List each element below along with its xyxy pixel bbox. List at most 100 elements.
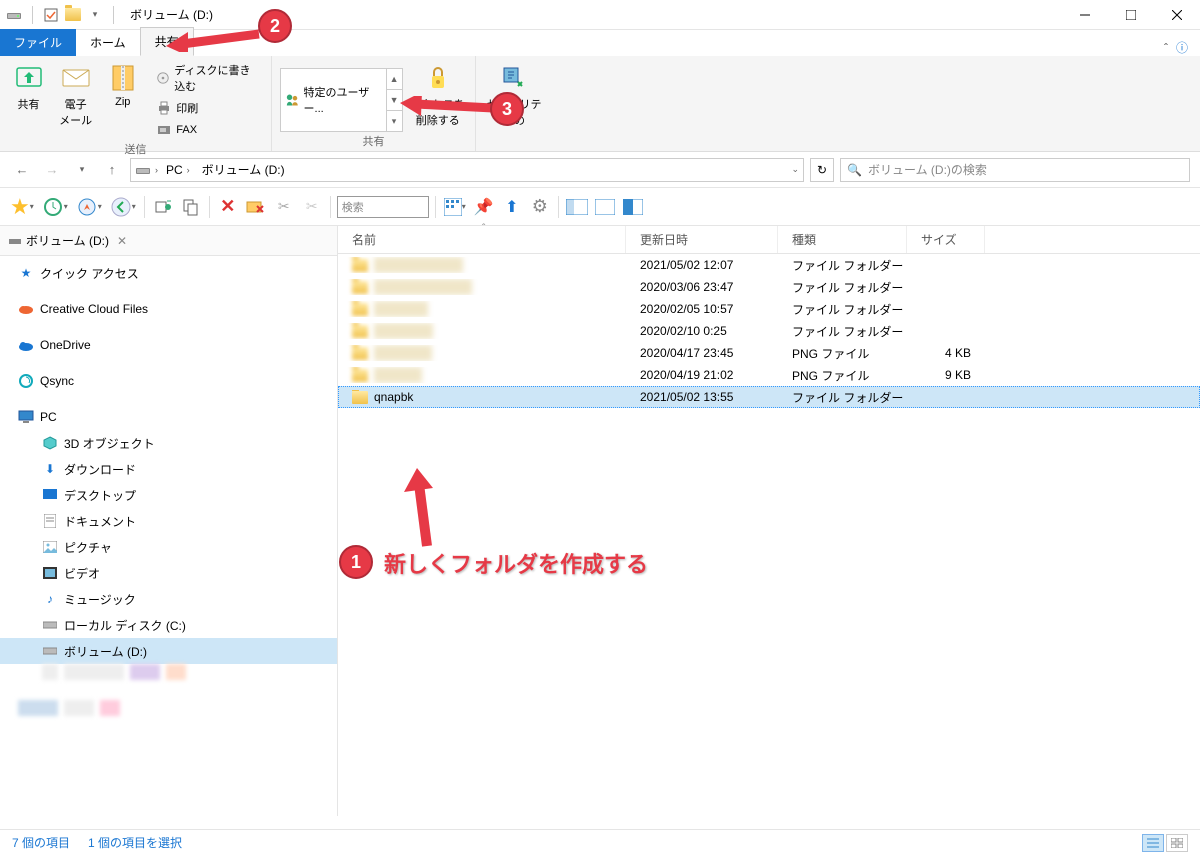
sidebar-tab[interactable]: ボリューム (D:) ✕ [0,226,337,256]
file-row[interactable]: 2020/02/05 10:57ファイル フォルダー [338,298,1200,320]
drive-icon [6,7,22,23]
col-type[interactable]: 種類 [778,226,907,253]
file-modified: 2020/04/19 21:02 [626,368,778,382]
tree-creative-cloud[interactable]: Creative Cloud Files [0,296,337,322]
up-arrow-icon[interactable]: ⬆ [500,195,524,219]
window-title: ボリューム (D:) [130,6,213,23]
compass-icon[interactable]: ▾ [74,195,104,219]
file-list[interactable]: 2021/05/02 12:07ファイル フォルダー2020/03/06 23:… [338,254,1200,816]
recent-dropdown[interactable]: ▾ [70,158,94,182]
drive-breadcrumb-icon [135,162,151,178]
burn-disc-button[interactable]: ディスクに書き込む [153,60,263,96]
tree-documents[interactable]: ドキュメント [0,508,337,534]
inline-search[interactable]: 検索 [337,196,429,218]
maximize-button[interactable] [1108,0,1154,30]
tree-quick-access[interactable]: ★クイック アクセス [0,260,337,286]
tree-pictures[interactable]: ピクチャ [0,534,337,560]
cut-icon[interactable]: ✂ [272,195,296,219]
file-row[interactable]: 2021/05/02 12:07ファイル フォルダー [338,254,1200,276]
tab-file[interactable]: ファイル [0,29,76,56]
qat-dropdown-icon[interactable]: ▾ [87,7,103,23]
delete-folder-icon[interactable] [244,195,268,219]
tree-3d-objects[interactable]: 3D オブジェクト [0,430,337,456]
tree-videos[interactable]: ビデオ [0,560,337,586]
cut-disabled-icon[interactable]: ✂ [300,195,324,219]
file-type: ファイル フォルダー [778,279,907,296]
share-group-label: 共有 [280,132,467,149]
tree-qsync[interactable]: Qsync [0,368,337,394]
close-tab-icon[interactable]: ✕ [117,234,127,248]
sidebar-tab-label: ボリューム (D:) [26,232,109,249]
search-box[interactable]: 🔍 ボリューム (D:)の検索 [840,158,1190,182]
share-button[interactable]: 共有 [8,60,49,114]
collapse-ribbon-icon[interactable]: ˆ [1164,41,1168,55]
main-area: ボリューム (D:) ✕ ★クイック アクセス Creative Cloud F… [0,226,1200,816]
file-modified: 2021/05/02 13:55 [626,390,778,404]
details-view-button[interactable] [1142,834,1164,852]
icons-view-button[interactable] [1166,834,1188,852]
favorite-star-icon[interactable]: ★▾ [8,195,36,219]
tab-home[interactable]: ホーム [76,29,140,56]
tree-c-drive[interactable]: ローカル ディスク (C:) [0,612,337,638]
folder-small-icon [65,7,81,23]
nav-back-icon[interactable]: ▾ [108,195,138,219]
file-list-area: 名前 更新日時 種類 サイズ ˆ 2021/05/02 12:07ファイル フォ… [338,226,1200,816]
fax-button[interactable]: FAX [153,120,263,140]
window-split-icon[interactable] [565,195,589,219]
tree-downloads[interactable]: ⬇ダウンロード [0,456,337,482]
file-row[interactable]: 2020/04/19 21:02PNG ファイル9 KB [338,364,1200,386]
file-row[interactable]: 2020/04/17 23:45PNG ファイル4 KB [338,342,1200,364]
extra-toolbar: ★▾ ▾ ▾ ▾ ✕ ✂ ✂ 検索 ▾ 📌 ⬆ ⚙ [0,188,1200,226]
tree-music[interactable]: ♪ミュージック [0,586,337,612]
close-button[interactable] [1154,0,1200,30]
back-button[interactable]: ← [10,158,34,182]
window-half-icon[interactable] [621,195,645,219]
send-group-label: 送信 [8,140,263,157]
file-size: 9 KB [907,368,985,382]
checkbox-icon[interactable] [43,7,59,23]
file-row[interactable]: 2020/02/10 0:25ファイル フォルダー [338,320,1200,342]
copy-icon[interactable] [179,195,203,219]
delete-x-icon[interactable]: ✕ [216,195,240,219]
help-icon[interactable]: ⓘ [1176,39,1188,56]
breadcrumb-volume[interactable]: ボリューム (D:) [198,161,289,178]
tree-pc[interactable]: PC [0,404,337,430]
print-label: 印刷 [176,100,198,116]
annotation-badge-3: 3 [490,92,524,126]
file-row[interactable]: qnapbk2021/05/02 13:55ファイル フォルダー [338,386,1200,408]
sort-indicator-icon: ˆ [482,223,485,234]
zip-button[interactable]: Zip [102,60,143,110]
file-modified: 2020/03/06 23:47 [626,280,778,294]
specific-user-item[interactable]: 特定のユーザー... [281,72,386,128]
annotation-arrow-2 [164,22,264,52]
pin-icon[interactable]: 📌 [472,195,496,219]
tree-onedrive[interactable]: OneDrive [0,332,337,358]
blurred-tree-item [0,664,337,686]
history-icon[interactable]: ▾ [40,195,70,219]
copy-path-icon[interactable] [151,195,175,219]
address-bar[interactable]: › PC› ボリューム (D:) ⌄ [130,158,804,182]
email-button[interactable]: 電子 メール [55,60,96,130]
window-single-icon[interactable] [593,195,617,219]
gallery-up-icon[interactable]: ▲ [387,69,402,90]
print-button[interactable]: 印刷 [153,98,263,118]
addr-dropdown[interactable]: ⌄ [791,164,799,175]
forward-button[interactable]: → [40,158,64,182]
col-modified[interactable]: 更新日時 [626,226,778,253]
file-name: qnapbk [374,390,413,404]
refresh-button[interactable]: ↻ [810,158,834,182]
view-options-icon[interactable]: ▾ [442,195,468,219]
file-modified: 2021/05/02 12:07 [626,258,778,272]
nav-tree: ★クイック アクセス Creative Cloud Files OneDrive… [0,256,337,816]
tree-desktop[interactable]: デスクトップ [0,482,337,508]
file-type: PNG ファイル [778,367,907,384]
gear-icon[interactable]: ⚙ [528,195,552,219]
breadcrumb-pc[interactable]: PC› [162,163,194,177]
minimize-button[interactable] [1062,0,1108,30]
file-row[interactable]: 2020/03/06 23:47ファイル フォルダー [338,276,1200,298]
up-button[interactable]: ↑ [100,158,124,182]
tree-d-drive[interactable]: ボリューム (D:) [0,638,337,664]
annotation-text-1: 新しくフォルダを作成する [384,547,648,579]
blurred-tree-item-2 [0,700,337,722]
col-size[interactable]: サイズ [907,226,985,253]
